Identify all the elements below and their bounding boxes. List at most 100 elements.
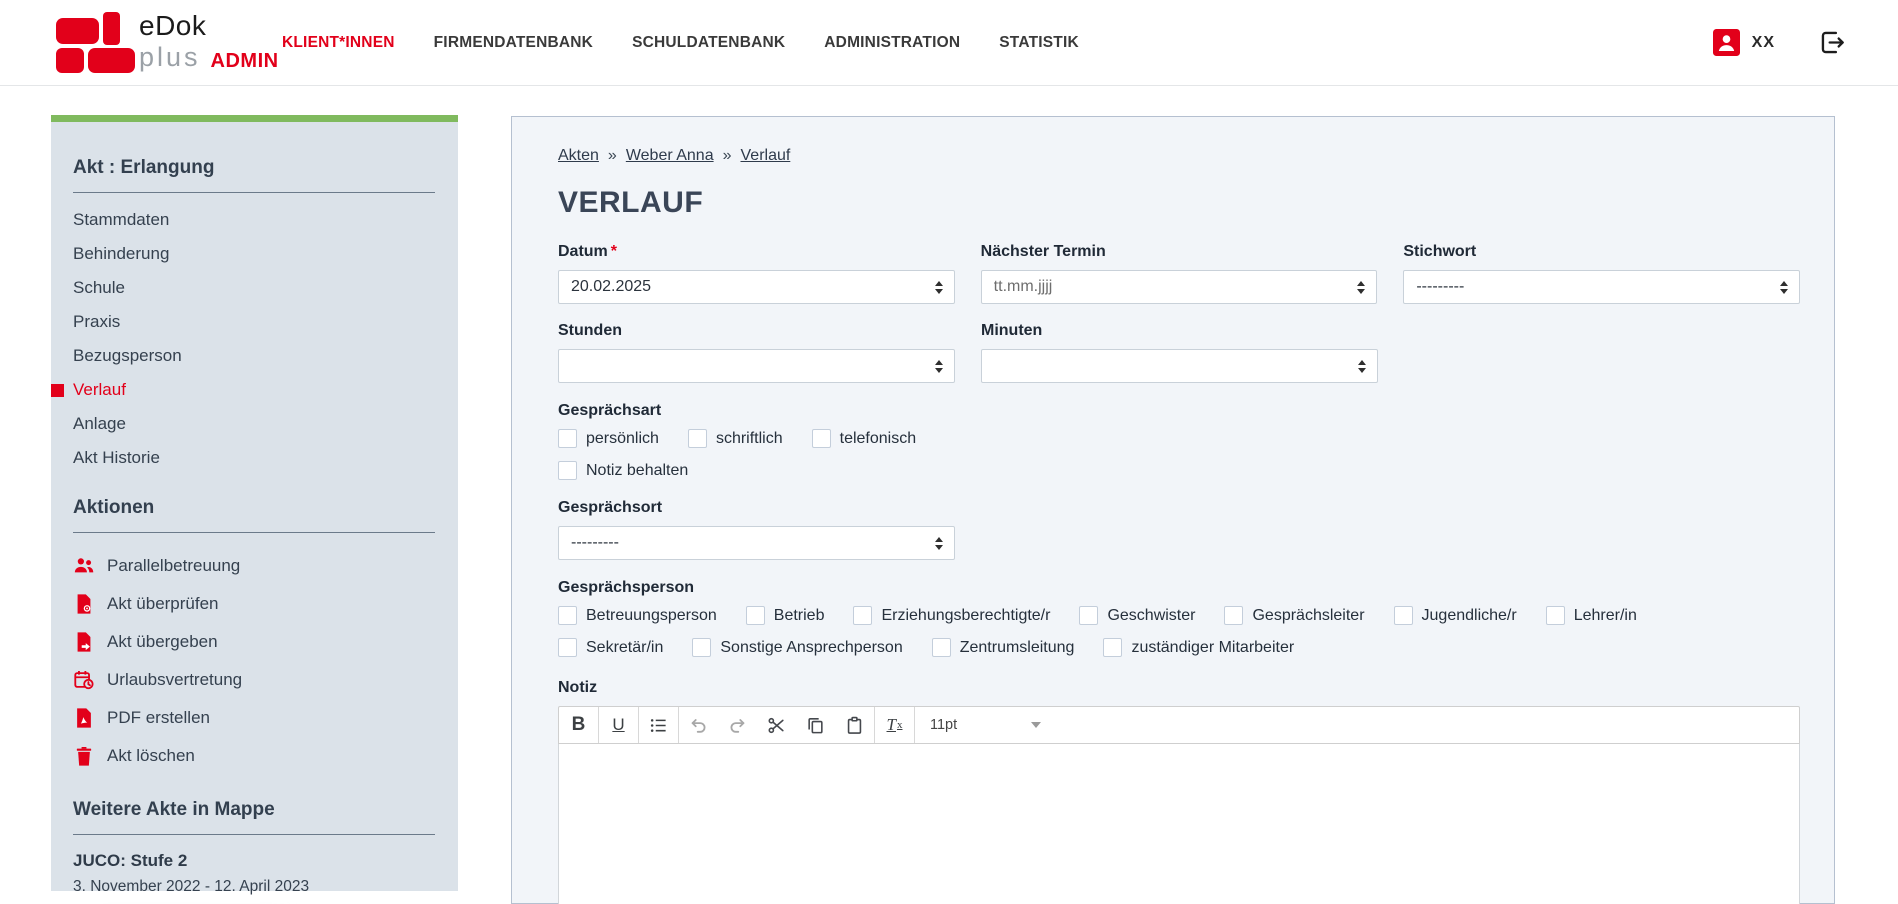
paste-button[interactable] (835, 707, 874, 743)
sidebar-item-verlauf[interactable]: Verlauf (73, 373, 435, 407)
minutes-select[interactable] (981, 349, 1378, 383)
user-initials: XX (1752, 34, 1775, 52)
notiz-label: Notiz (558, 679, 1800, 697)
case-name: JUCO: Stufe 2 (73, 851, 435, 871)
checkbox-box[interactable] (692, 638, 711, 657)
page-title: VERLAUF (558, 186, 1800, 220)
checkbox-geschwister[interactable]: Geschwister (1079, 606, 1195, 625)
checkbox-betreuungsperson[interactable]: Betreuungsperson (558, 606, 717, 625)
redo-button[interactable] (718, 707, 757, 743)
bold-button[interactable]: B (559, 707, 598, 743)
sidebar-item-akt-historie[interactable]: Akt Historie (73, 441, 435, 475)
checkbox-box[interactable] (558, 606, 577, 625)
action-pdf-erstellen[interactable]: PDF erstellen (73, 699, 435, 737)
checkbox-zentrumsleitung[interactable]: Zentrumsleitung (932, 638, 1075, 657)
nav-item-administration[interactable]: ADMINISTRATION (824, 34, 960, 52)
sidebar-item-schule[interactable]: Schule (73, 271, 435, 305)
checkbox-telefonisch[interactable]: telefonisch (812, 429, 917, 448)
breadcrumb-verlauf[interactable]: Verlauf (741, 147, 791, 165)
checkbox-lehrer[interactable]: Lehrer/in (1546, 606, 1637, 625)
checkbox-persoenlich[interactable]: persönlich (558, 429, 659, 448)
checkbox-sonstige-ansprechperson[interactable]: Sonstige Ansprechperson (692, 638, 902, 657)
undo-button[interactable] (678, 707, 718, 743)
checkbox-sekretaer[interactable]: Sekretär/in (558, 638, 663, 657)
pdf-icon (73, 707, 95, 729)
keyword-select[interactable]: --------- (1403, 270, 1800, 304)
sidebar: Akt : Erlangung Stammdaten Behinderung S… (51, 115, 458, 891)
checkbox-box[interactable] (746, 606, 765, 625)
checkbox-box[interactable] (1079, 606, 1098, 625)
sidebar-actions-title: Aktionen (73, 497, 435, 533)
cut-icon (767, 716, 786, 735)
gespraechsperson-label: Gesprächsperson (558, 579, 1800, 597)
checkbox-box[interactable] (1103, 638, 1122, 657)
action-parallelbetreuung[interactable]: Parallelbetreuung (73, 547, 435, 585)
main-panel: Akten » Weber Anna » Verlauf VERLAUF Dat… (511, 116, 1835, 904)
file-handover-icon (73, 631, 95, 653)
checkbox-box[interactable] (812, 429, 831, 448)
gespraechsart-label: Gesprächsart (558, 402, 1800, 420)
sidebar-item-bezugsperson[interactable]: Bezugsperson (73, 339, 435, 373)
bullet-list-button[interactable] (638, 707, 678, 743)
checkbox-jugendliche[interactable]: Jugendliche/r (1394, 606, 1517, 625)
nav-item-klientinnen[interactable]: KLIENT*INNEN (282, 34, 395, 52)
copy-button[interactable] (796, 707, 835, 743)
checkbox-erziehungsberechtigte[interactable]: Erziehungsberechtigte/r (853, 606, 1050, 625)
font-size-select[interactable]: 11pt (914, 707, 1090, 743)
breadcrumb-weber-anna[interactable]: Weber Anna (626, 147, 714, 165)
cut-button[interactable] (757, 707, 796, 743)
checkbox-box[interactable] (558, 429, 577, 448)
underline-button[interactable]: U (598, 707, 638, 743)
logout-button[interactable] (1819, 29, 1846, 56)
breadcrumb-akten[interactable]: Akten (558, 147, 599, 165)
edok-logo-icon (56, 12, 136, 74)
checkbox-notiz-behalten[interactable]: Notiz behalten (558, 461, 688, 480)
active-item-bullet-icon (51, 384, 64, 397)
checkbox-box[interactable] (688, 429, 707, 448)
sidebar-more-title: Weitere Akte in Mappe (73, 799, 435, 835)
checkbox-betrieb[interactable]: Betrieb (746, 606, 825, 625)
breadcrumb-separator: » (608, 147, 617, 165)
action-akt-ueberpruefen[interactable]: Akt überprüfen (73, 585, 435, 623)
next-date-input[interactable]: tt.mm.jjjj (981, 270, 1378, 304)
select-spinner-icon (935, 360, 943, 373)
sidebar-item-behinderung[interactable]: Behinderung (73, 237, 435, 271)
action-akt-loeschen[interactable]: Akt löschen (73, 737, 435, 775)
main-nav: KLIENT*INNEN FIRMENDATENBANK SCHULDATENB… (282, 0, 1079, 85)
checkbox-box[interactable] (558, 461, 577, 480)
checkbox-box[interactable] (1546, 606, 1565, 625)
nav-item-firmendatenbank[interactable]: FIRMENDATENBANK (434, 34, 593, 52)
select-spinner-icon (935, 537, 943, 550)
sidebar-item-anlage[interactable]: Anlage (73, 407, 435, 441)
copy-icon (806, 716, 825, 735)
actions-list: Parallelbetreuung Akt überprüfen (73, 547, 435, 775)
date-select[interactable]: 20.02.2025 (558, 270, 955, 304)
hours-select[interactable] (558, 349, 955, 383)
sidebar-item-stammdaten[interactable]: Stammdaten (73, 203, 435, 237)
notiz-editor-area[interactable] (558, 744, 1800, 904)
stichwort-label: Stichwort (1403, 243, 1800, 261)
brand-logo[interactable]: eDok plus ADMIN (56, 12, 279, 74)
checkbox-schriftlich[interactable]: schriftlich (688, 429, 783, 448)
gespraechsort-label: Gesprächsort (558, 499, 1800, 517)
user-chip[interactable]: XX (1713, 29, 1775, 56)
checkbox-box[interactable] (1224, 606, 1243, 625)
nav-item-schuldatenbank[interactable]: SCHULDATENBANK (632, 34, 785, 52)
brand-name: eDok (139, 12, 279, 40)
sidebar-accent-bar (51, 115, 458, 122)
select-spinner-icon (1780, 281, 1788, 294)
sidebar-item-praxis[interactable]: Praxis (73, 305, 435, 339)
chevron-down-icon (1031, 722, 1041, 728)
breadcrumb-separator: » (723, 147, 732, 165)
checkbox-box[interactable] (853, 606, 872, 625)
checkbox-zustaendiger-mitarbeiter[interactable]: zuständiger Mitarbeiter (1103, 638, 1294, 657)
clear-formatting-button[interactable]: Tx (874, 707, 914, 743)
nav-item-statistik[interactable]: STATISTIK (999, 34, 1079, 52)
checkbox-box[interactable] (932, 638, 951, 657)
action-akt-uebergeben[interactable]: Akt übergeben (73, 623, 435, 661)
checkbox-gespraechsleiter[interactable]: Gesprächsleiter (1224, 606, 1364, 625)
action-urlaubsvertretung[interactable]: Urlaubsvertretung (73, 661, 435, 699)
checkbox-box[interactable] (1394, 606, 1413, 625)
location-select[interactable]: --------- (558, 526, 955, 560)
checkbox-box[interactable] (558, 638, 577, 657)
